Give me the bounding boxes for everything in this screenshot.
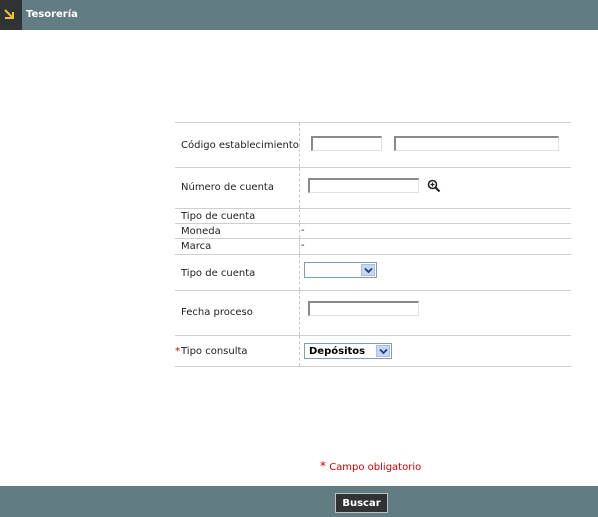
establecimiento-name-input[interactable] (394, 136, 559, 151)
codigo-establecimiento-label: Código establecimiento (181, 140, 299, 151)
marca-label: Marca (181, 241, 212, 252)
moneda-value: - (301, 225, 305, 236)
required-mark: * (175, 346, 180, 357)
required-note-text: Campo obligatorio (329, 462, 422, 473)
magnifier-icon[interactable] (427, 179, 441, 193)
tipo-consulta-label: Tipo consulta (181, 346, 248, 357)
required-star: * (320, 459, 326, 473)
codigo-establecimiento-input[interactable] (311, 136, 382, 151)
numero-cuenta-input[interactable] (308, 178, 419, 193)
row-tipo-consulta: * Tipo consulta Depósitos (175, 335, 571, 367)
chevron-down-icon[interactable] (361, 264, 375, 276)
tipo-cuenta-label: Tipo de cuenta (181, 268, 256, 279)
tipo-consulta-selected: Depósitos (309, 346, 366, 357)
row-fecha-proceso: Fecha proceso (175, 290, 571, 335)
row-codigo-establecimiento: Código establecimiento (175, 122, 571, 167)
tipo-cuenta-select[interactable] (304, 262, 377, 278)
row-numero-cuenta: Número de cuenta (175, 167, 571, 208)
row-marca: Marca - (175, 238, 571, 254)
tipo-cuenta-info-label: Tipo de cuenta (181, 211, 256, 222)
fecha-proceso-input[interactable] (308, 301, 419, 316)
header-bar: Tesorería (0, 0, 598, 30)
row-tipo-cuenta-info: Tipo de cuenta (175, 208, 571, 223)
fecha-proceso-label: Fecha proceso (181, 307, 253, 318)
moneda-label: Moneda (181, 226, 221, 237)
header-icon-box (0, 0, 22, 30)
query-form: Código establecimiento Número de cuenta … (175, 122, 571, 367)
tipo-consulta-select[interactable]: Depósitos (304, 343, 392, 359)
numero-cuenta-label: Número de cuenta (181, 182, 274, 193)
row-moneda: Moneda - (175, 223, 571, 238)
footer-bar (0, 486, 598, 517)
required-field-note: * Campo obligatorio (320, 459, 421, 473)
row-tipo-cuenta: Tipo de cuenta (175, 254, 571, 290)
search-button[interactable]: Buscar (335, 493, 388, 513)
page-title: Tesorería (26, 9, 78, 20)
marca-value: - (301, 240, 305, 251)
arrow-corner-icon (4, 9, 14, 19)
chevron-down-icon[interactable] (376, 345, 390, 357)
